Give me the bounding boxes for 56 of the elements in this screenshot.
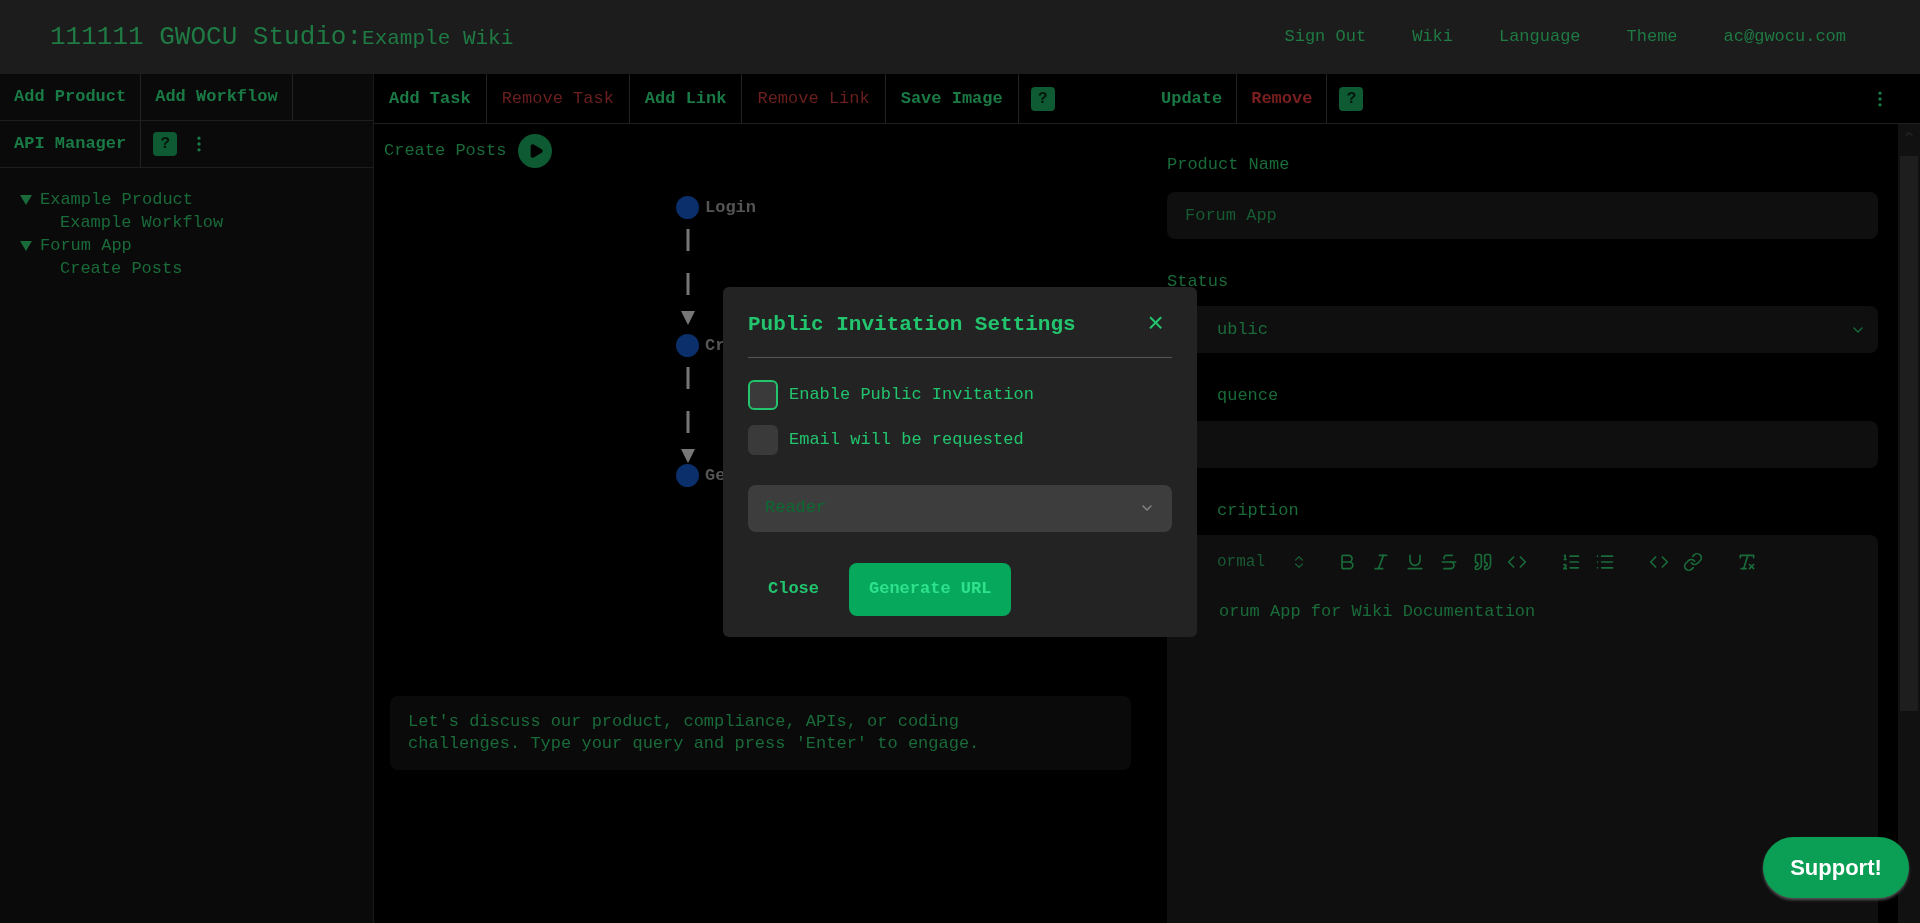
quote-icon[interactable] <box>1473 552 1493 572</box>
toolbar-button[interactable]: Remove Link <box>742 74 886 123</box>
tree-item[interactable]: Example Workflow <box>60 211 353 234</box>
toolbar-button[interactable]: Add Link <box>629 74 743 123</box>
nav-link[interactable]: Theme <box>1626 24 1678 50</box>
toolbar-button[interactable]: Save Image <box>885 74 1019 123</box>
product-name-field[interactable]: Forum App <box>1167 191 1878 239</box>
generate-url-button[interactable]: Generate URL <box>849 562 1012 616</box>
description-text: orum App for Wiki Documentation <box>1218 601 1537 623</box>
underline-icon[interactable] <box>1405 552 1425 572</box>
checkbox-label: Email will be requested <box>789 428 1024 451</box>
tree-item[interactable]: Create Posts <box>60 257 353 280</box>
toolbar-button[interactable]: Update <box>1147 74 1238 123</box>
toolbar-button[interactable]: API Manager <box>0 121 142 167</box>
checkbox-label: Enable Public Invitation <box>789 383 1034 406</box>
dialog-title: Public Invitation Settings <box>748 312 1076 338</box>
help-button[interactable]: ? <box>1030 86 1055 111</box>
numbered-list-icon[interactable] <box>1561 552 1581 572</box>
toolbar-button[interactable]: Add Product <box>0 74 142 120</box>
field-label: Status <box>1167 270 1230 293</box>
expanded-triangle-icon[interactable] <box>20 194 32 205</box>
nav-link[interactable]: ac@gwocu.com <box>1723 24 1846 50</box>
toolbar-button[interactable]: Remove Task <box>486 74 630 123</box>
checkbox[interactable] <box>748 379 778 410</box>
tree-item[interactable]: Forum App <box>20 234 353 257</box>
expanded-triangle-icon[interactable] <box>20 240 32 251</box>
help-button[interactable]: ? <box>153 132 178 156</box>
support-button[interactable]: Support! <box>1763 837 1909 898</box>
link-icon[interactable] <box>1683 552 1703 572</box>
close-button[interactable]: × <box>1147 310 1164 339</box>
chat-prompt: Let's discuss our product, compliance, APIs, or coding challenges. Type your query and press 'Enter' to engage. <box>408 711 981 755</box>
scrollbar[interactable] <box>1898 124 1920 923</box>
play-button[interactable] <box>518 134 553 168</box>
text-style-select[interactable]: ormal <box>1217 550 1307 574</box>
nav-link[interactable]: Language <box>1498 24 1581 50</box>
bullet-list-icon[interactable] <box>1595 552 1615 572</box>
clear-format-icon[interactable] <box>1737 552 1757 572</box>
field-label: cription <box>1216 499 1300 522</box>
italic-icon[interactable] <box>1371 552 1391 572</box>
toolbar-button[interactable]: Add Task <box>374 74 487 123</box>
node-label: Cr <box>705 335 726 357</box>
help-button[interactable]: ? <box>1339 86 1364 111</box>
node-label: Login <box>705 197 756 219</box>
toolbar-button[interactable]: Add Workflow <box>141 74 293 120</box>
nav-link[interactable]: Sign Out <box>1284 24 1367 50</box>
toolbar-button[interactable]: Remove <box>1237 74 1328 123</box>
strikethrough-icon[interactable] <box>1439 552 1459 572</box>
close-text-button[interactable]: Close <box>768 576 819 602</box>
app-subtitle: Example Wiki <box>362 26 514 53</box>
play-icon <box>528 143 545 159</box>
field-label: quence <box>1216 385 1280 407</box>
field-label: Product Name <box>1167 154 1291 176</box>
nav-link[interactable]: Wiki <box>1412 24 1453 50</box>
workflow-title: Create Posts <box>384 140 507 163</box>
app-title: 111111 GWOCU Studio: <box>50 20 363 54</box>
tree-item[interactable]: Example Product <box>20 188 353 211</box>
